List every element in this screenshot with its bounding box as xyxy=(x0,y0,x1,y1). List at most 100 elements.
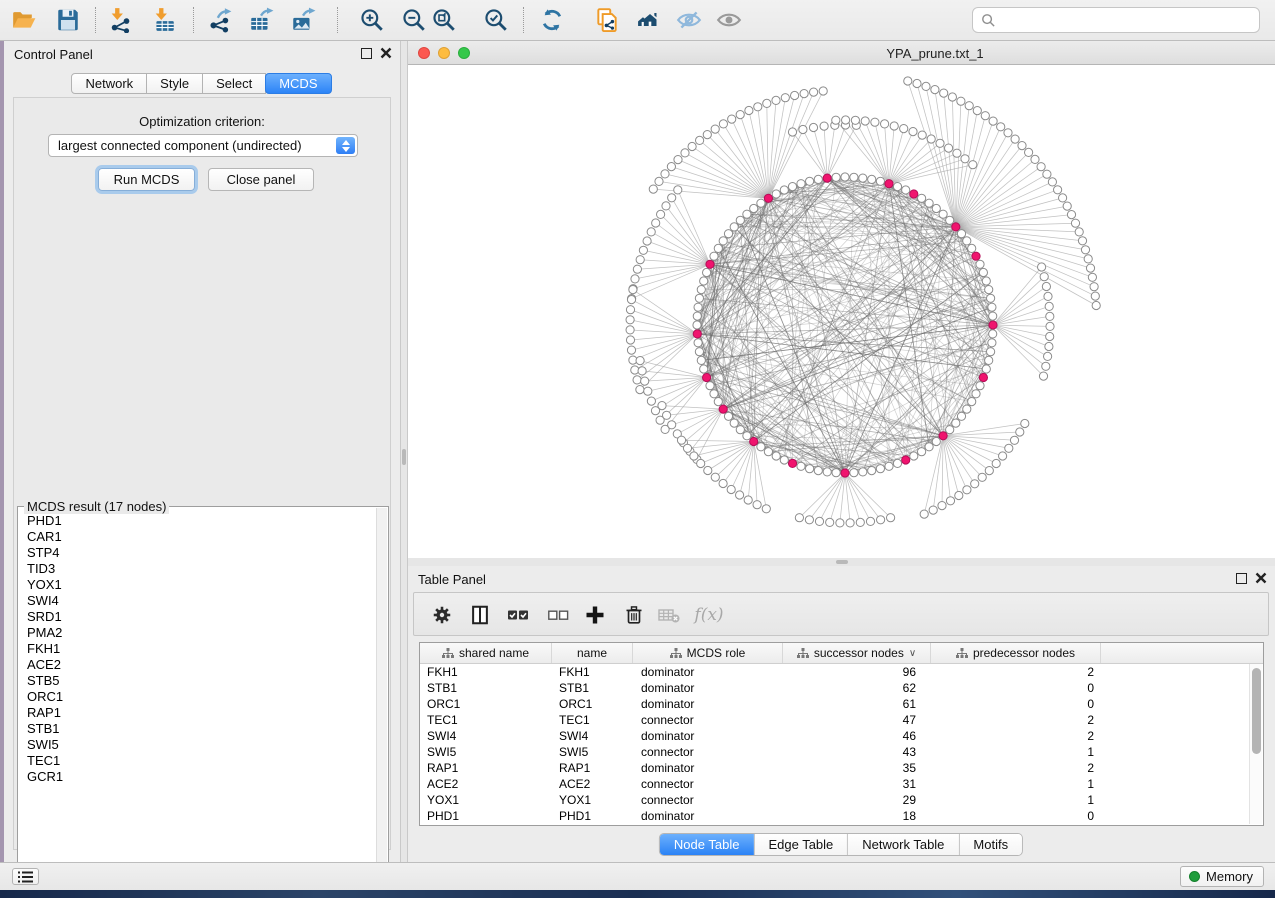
zoom-in-button[interactable] xyxy=(355,3,389,37)
mcds-result-item[interactable]: SWI5 xyxy=(19,737,375,753)
tab-network[interactable]: Network xyxy=(71,73,147,94)
close-panel-icon[interactable] xyxy=(1255,572,1267,584)
search-icon xyxy=(981,13,996,28)
table-settings-button[interactable] xyxy=(427,600,457,630)
column-header-name[interactable]: name xyxy=(552,643,633,663)
column-header-mcds-role[interactable]: MCDS role xyxy=(633,643,783,663)
column-label: name xyxy=(577,646,607,660)
mcds-result-item[interactable]: TID3 xyxy=(19,561,375,577)
table-row[interactable]: STB1 STB1 dominator 62 0 xyxy=(420,680,1263,696)
cell-successor-nodes: 18 xyxy=(783,808,931,824)
tab-node-table[interactable]: Node Table xyxy=(660,834,754,855)
export-table-icon xyxy=(248,7,274,33)
delete-table-button[interactable] xyxy=(654,600,684,630)
table-scrollbar-thumb[interactable] xyxy=(1252,668,1261,754)
table-row[interactable]: RAP1 RAP1 dominator 35 2 xyxy=(420,760,1263,776)
column-header-predecessor-nodes[interactable]: predecessor nodes xyxy=(931,643,1101,663)
tab-mcds[interactable]: MCDS xyxy=(265,73,331,94)
criterion-select[interactable]: largest connected component (undirected) xyxy=(48,134,358,157)
float-panel-icon[interactable] xyxy=(361,48,372,59)
mcds-result-item[interactable]: ORC1 xyxy=(19,689,375,705)
column-header-successor-nodes[interactable]: successor nodes ∨ xyxy=(783,643,931,663)
show-columns-button[interactable] xyxy=(465,600,495,630)
fx-icon: f(x) xyxy=(694,605,723,625)
import-table-button[interactable] xyxy=(147,3,181,37)
memory-status-icon xyxy=(1189,871,1200,882)
mcds-result-item[interactable]: SRD1 xyxy=(19,609,375,625)
window-close-icon[interactable] xyxy=(418,47,430,59)
mcds-result-item[interactable]: STP4 xyxy=(19,545,375,561)
vertical-splitter-handle[interactable] xyxy=(402,449,406,465)
horizontal-splitter-handle[interactable] xyxy=(836,560,848,564)
close-panel-button[interactable]: Close panel xyxy=(208,168,314,191)
network-window-title: YPA_prune.txt_1 xyxy=(886,46,983,61)
show-all-button[interactable] xyxy=(712,3,746,37)
column-header-shared-name[interactable]: shared name xyxy=(420,643,552,663)
memory-button[interactable]: Memory xyxy=(1180,866,1264,887)
mcds-result-item[interactable]: TEC1 xyxy=(19,753,375,769)
window-zoom-icon[interactable] xyxy=(458,47,470,59)
toolbar-separator xyxy=(523,7,524,33)
window-minimize-icon[interactable] xyxy=(438,47,450,59)
close-panel-icon[interactable] xyxy=(380,47,392,59)
cell-name: ACE2 xyxy=(552,776,633,792)
table-row[interactable]: YOX1 YOX1 connector 29 1 xyxy=(420,792,1263,808)
hide-selected-button[interactable] xyxy=(672,3,706,37)
zoom-fit-button[interactable] xyxy=(427,3,461,37)
open-session-button[interactable] xyxy=(7,3,41,37)
table-row[interactable]: SWI4 SWI4 dominator 46 2 xyxy=(420,728,1263,744)
mcds-result-item[interactable]: STB1 xyxy=(19,721,375,737)
cell-name: PHD1 xyxy=(552,808,633,824)
table-row[interactable]: ORC1 ORC1 dominator 61 0 xyxy=(420,696,1263,712)
tab-network-table[interactable]: Network Table xyxy=(847,834,958,855)
first-neighbors-button[interactable] xyxy=(633,3,667,37)
network-graph-canvas[interactable] xyxy=(408,65,1275,558)
main-toolbar xyxy=(0,0,1275,41)
export-table-button[interactable] xyxy=(244,3,278,37)
save-session-button[interactable] xyxy=(51,3,85,37)
tab-select[interactable]: Select xyxy=(202,73,266,94)
mcds-result-item[interactable]: PHD1 xyxy=(19,513,375,529)
mcds-result-item[interactable]: RAP1 xyxy=(19,705,375,721)
table-row[interactable]: ACE2 ACE2 connector 31 1 xyxy=(420,776,1263,792)
table-row[interactable]: PHD1 PHD1 dominator 18 0 xyxy=(420,808,1263,824)
task-history-button[interactable] xyxy=(12,868,39,885)
mcds-result-item[interactable]: ACE2 xyxy=(19,657,375,673)
mcds-result-item[interactable]: CAR1 xyxy=(19,529,375,545)
function-builder-button[interactable]: f(x) xyxy=(694,600,724,630)
clone-network-button[interactable] xyxy=(590,3,624,37)
create-column-button[interactable] xyxy=(580,600,610,630)
unselect-all-columns-button[interactable] xyxy=(543,600,573,630)
mcds-list-scrollbar[interactable] xyxy=(376,508,387,876)
tab-edge-table[interactable]: Edge Table xyxy=(753,834,847,855)
delete-column-button[interactable] xyxy=(619,600,649,630)
sort-descending-icon[interactable]: ∨ xyxy=(909,648,916,659)
apply-layout-button[interactable] xyxy=(535,3,569,37)
tab-motifs[interactable]: Motifs xyxy=(958,834,1022,855)
import-network-button[interactable] xyxy=(103,3,137,37)
gear-icon xyxy=(431,604,453,626)
run-mcds-button[interactable]: Run MCDS xyxy=(98,168,195,191)
mcds-result-item[interactable]: SWI4 xyxy=(19,593,375,609)
tab-style[interactable]: Style xyxy=(146,73,203,94)
mcds-result-item[interactable]: YOX1 xyxy=(19,577,375,593)
cell-name: FKH1 xyxy=(552,664,633,680)
mcds-result-item[interactable]: PMA2 xyxy=(19,625,375,641)
zoom-selected-button[interactable] xyxy=(479,3,513,37)
search-input[interactable] xyxy=(1002,10,1259,30)
select-all-columns-button[interactable] xyxy=(503,600,533,630)
float-panel-icon[interactable] xyxy=(1236,573,1247,584)
table-row[interactable]: FKH1 FKH1 dominator 96 2 xyxy=(420,664,1263,680)
table-row[interactable]: TEC1 TEC1 connector 47 2 xyxy=(420,712,1263,728)
mcds-result-item[interactable]: STB5 xyxy=(19,673,375,689)
mcds-result-item[interactable]: FKH1 xyxy=(19,641,375,657)
horizontal-splitter[interactable] xyxy=(408,558,1275,566)
mcds-result-item[interactable]: GCR1 xyxy=(19,769,375,785)
vertical-splitter[interactable] xyxy=(400,41,408,862)
export-network-button[interactable] xyxy=(203,3,237,37)
table-row[interactable]: SWI5 SWI5 connector 43 1 xyxy=(420,744,1263,760)
zoom-out-button[interactable] xyxy=(397,3,431,37)
table-scrollbar[interactable] xyxy=(1249,664,1262,824)
cell-predecessor-nodes: 2 xyxy=(931,712,1101,728)
export-image-button[interactable] xyxy=(286,3,320,37)
